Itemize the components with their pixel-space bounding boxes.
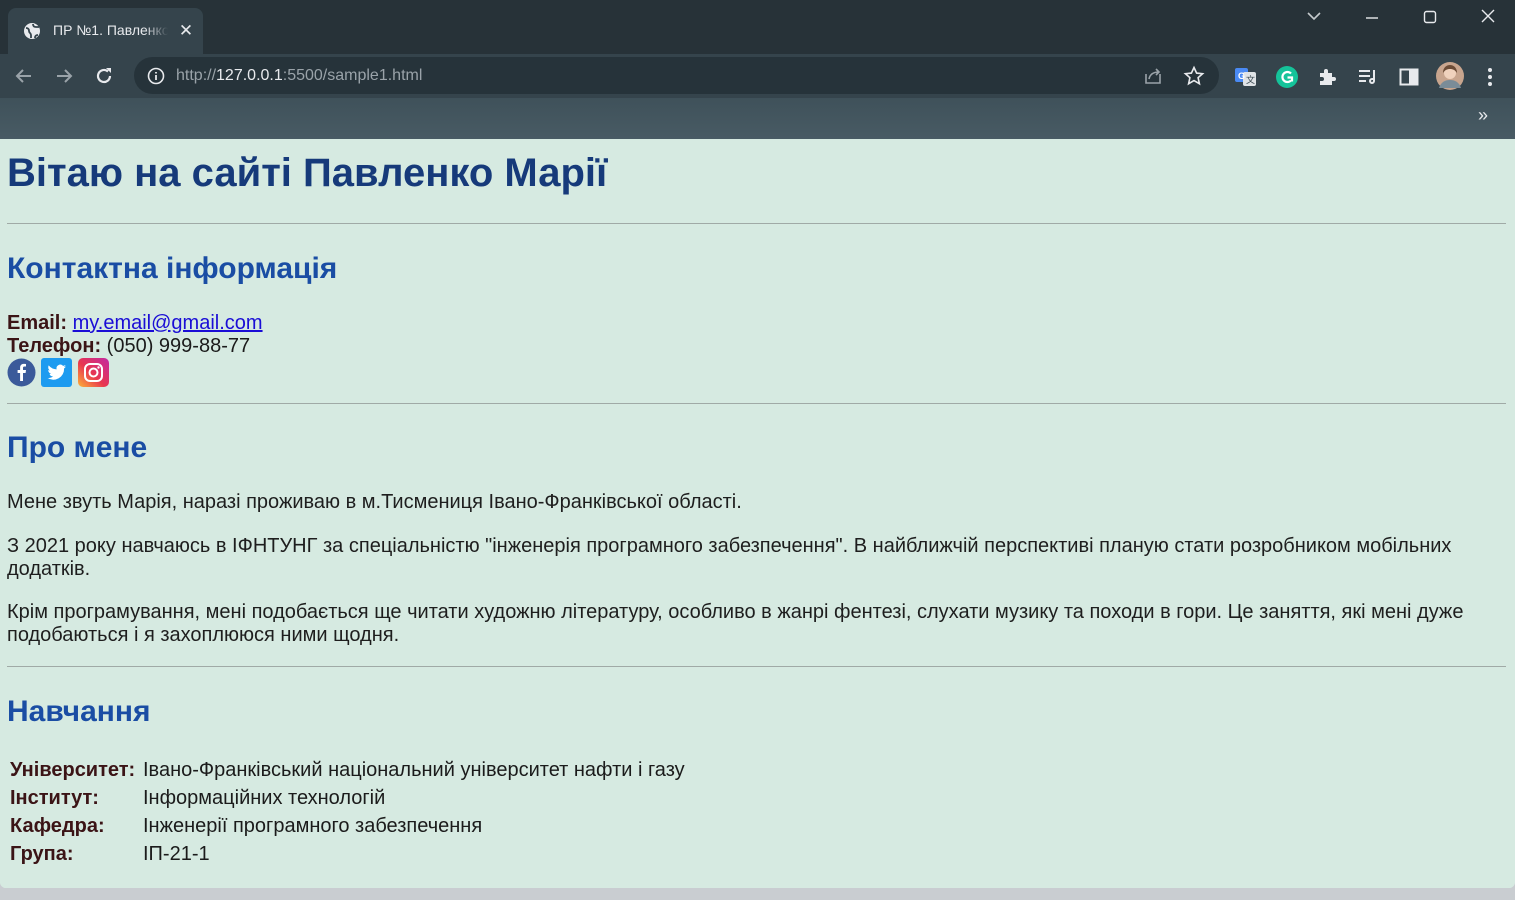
education-value: ІП-21-1 <box>143 842 210 865</box>
education-key: Інститут: <box>10 786 99 809</box>
phone-label: Телефон: <box>7 335 102 357</box>
reading-list-icon[interactable] <box>1356 65 1380 89</box>
globe-icon <box>23 22 41 40</box>
education-value: Івано-Франківський національний універси… <box>143 758 685 781</box>
education-heading: Навчання <box>7 695 151 728</box>
table-row: Кафедра: Інженерії програмного забезпече… <box>8 812 687 840</box>
google-translate-icon[interactable]: G文 <box>1234 65 1258 89</box>
about-paragraph: Крім програмування, мені подобається ще … <box>7 601 1464 646</box>
twitter-icon[interactable] <box>41 358 72 392</box>
tab-title: ПР №1. Павленко Марія <box>53 22 168 38</box>
browser-menu-icon[interactable] <box>1480 65 1504 89</box>
about-paragraph: Мене звуть Марія, наразі проживаю в м.Ти… <box>7 491 742 513</box>
divider <box>7 403 1506 404</box>
email-label: Email: <box>7 312 68 334</box>
education-value: Інженерії програмного забезпечення <box>143 814 483 837</box>
phone-value: (050) 999-88-77 <box>106 335 251 357</box>
tab-strip: ПР №1. Павленко Марія ✕ <box>0 0 1515 54</box>
close-tab-icon[interactable]: ✕ <box>176 21 196 41</box>
divider <box>7 223 1506 224</box>
education-table: Університет: Івано-Франківський націонал… <box>8 756 687 868</box>
email-link[interactable]: my.email@gmail.com <box>73 312 263 334</box>
extensions-puzzle-icon[interactable] <box>1316 65 1340 89</box>
maximize-icon[interactable] <box>1415 4 1445 30</box>
bookmarks-bar: » <box>0 98 1515 139</box>
tab-search-chevron-icon[interactable] <box>1299 4 1329 30</box>
browser-window: ПР №1. Павленко Марія ✕ h <box>0 0 1515 888</box>
about-heading: Про мене <box>7 431 148 464</box>
browser-toolbar: http://127.0.0.1:5500/sample1.html G文 <box>0 54 1515 98</box>
side-panel-icon[interactable] <box>1397 65 1421 89</box>
back-arrow-icon[interactable] <box>10 62 38 90</box>
site-info-icon[interactable] <box>146 66 166 86</box>
education-key: Кафедра: <box>10 814 105 837</box>
contacts-heading: Контактна інформація <box>7 252 338 285</box>
page-content: Вітаю на сайті Павленко Марії Контактна … <box>0 139 1515 888</box>
close-window-icon[interactable] <box>1473 4 1503 30</box>
email-line: Email: my.email@gmail.com <box>7 312 263 335</box>
about-paragraph: З 2021 року навчаюсь в ІФНТУНГ за спеціа… <box>7 535 1452 580</box>
table-row: Інститут: Інформаційних технологій <box>8 784 687 812</box>
table-row: Група: ІП-21-1 <box>8 840 687 868</box>
table-row: Університет: Івано-Франківський націонал… <box>8 756 687 784</box>
forward-arrow-icon[interactable] <box>50 62 78 90</box>
address-bar[interactable]: http://127.0.0.1:5500/sample1.html <box>134 57 1219 94</box>
instagram-icon[interactable] <box>78 358 109 392</box>
reload-icon[interactable] <box>90 62 118 90</box>
svg-text:文: 文 <box>1246 74 1255 85</box>
grammarly-icon[interactable] <box>1275 65 1299 89</box>
minimize-icon[interactable] <box>1357 4 1387 30</box>
share-icon[interactable] <box>1142 65 1164 87</box>
facebook-icon[interactable] <box>7 358 36 392</box>
bookmarks-overflow-icon[interactable]: » <box>1478 105 1488 126</box>
education-key: Група: <box>10 842 74 865</box>
education-value: Інформаційних технологій <box>143 786 386 809</box>
browser-tab[interactable]: ПР №1. Павленко Марія ✕ <box>8 8 203 54</box>
phone-line: Телефон: (050) 999-88-77 <box>7 335 250 358</box>
svg-text:G: G <box>1238 71 1245 81</box>
bookmark-star-icon[interactable] <box>1183 65 1205 87</box>
url-text: http://127.0.0.1:5500/sample1.html <box>176 67 423 84</box>
education-key: Університет: <box>10 758 136 781</box>
profile-avatar[interactable] <box>1436 62 1464 90</box>
divider <box>7 666 1506 667</box>
page-title: Вітаю на сайті Павленко Марії <box>7 151 608 195</box>
